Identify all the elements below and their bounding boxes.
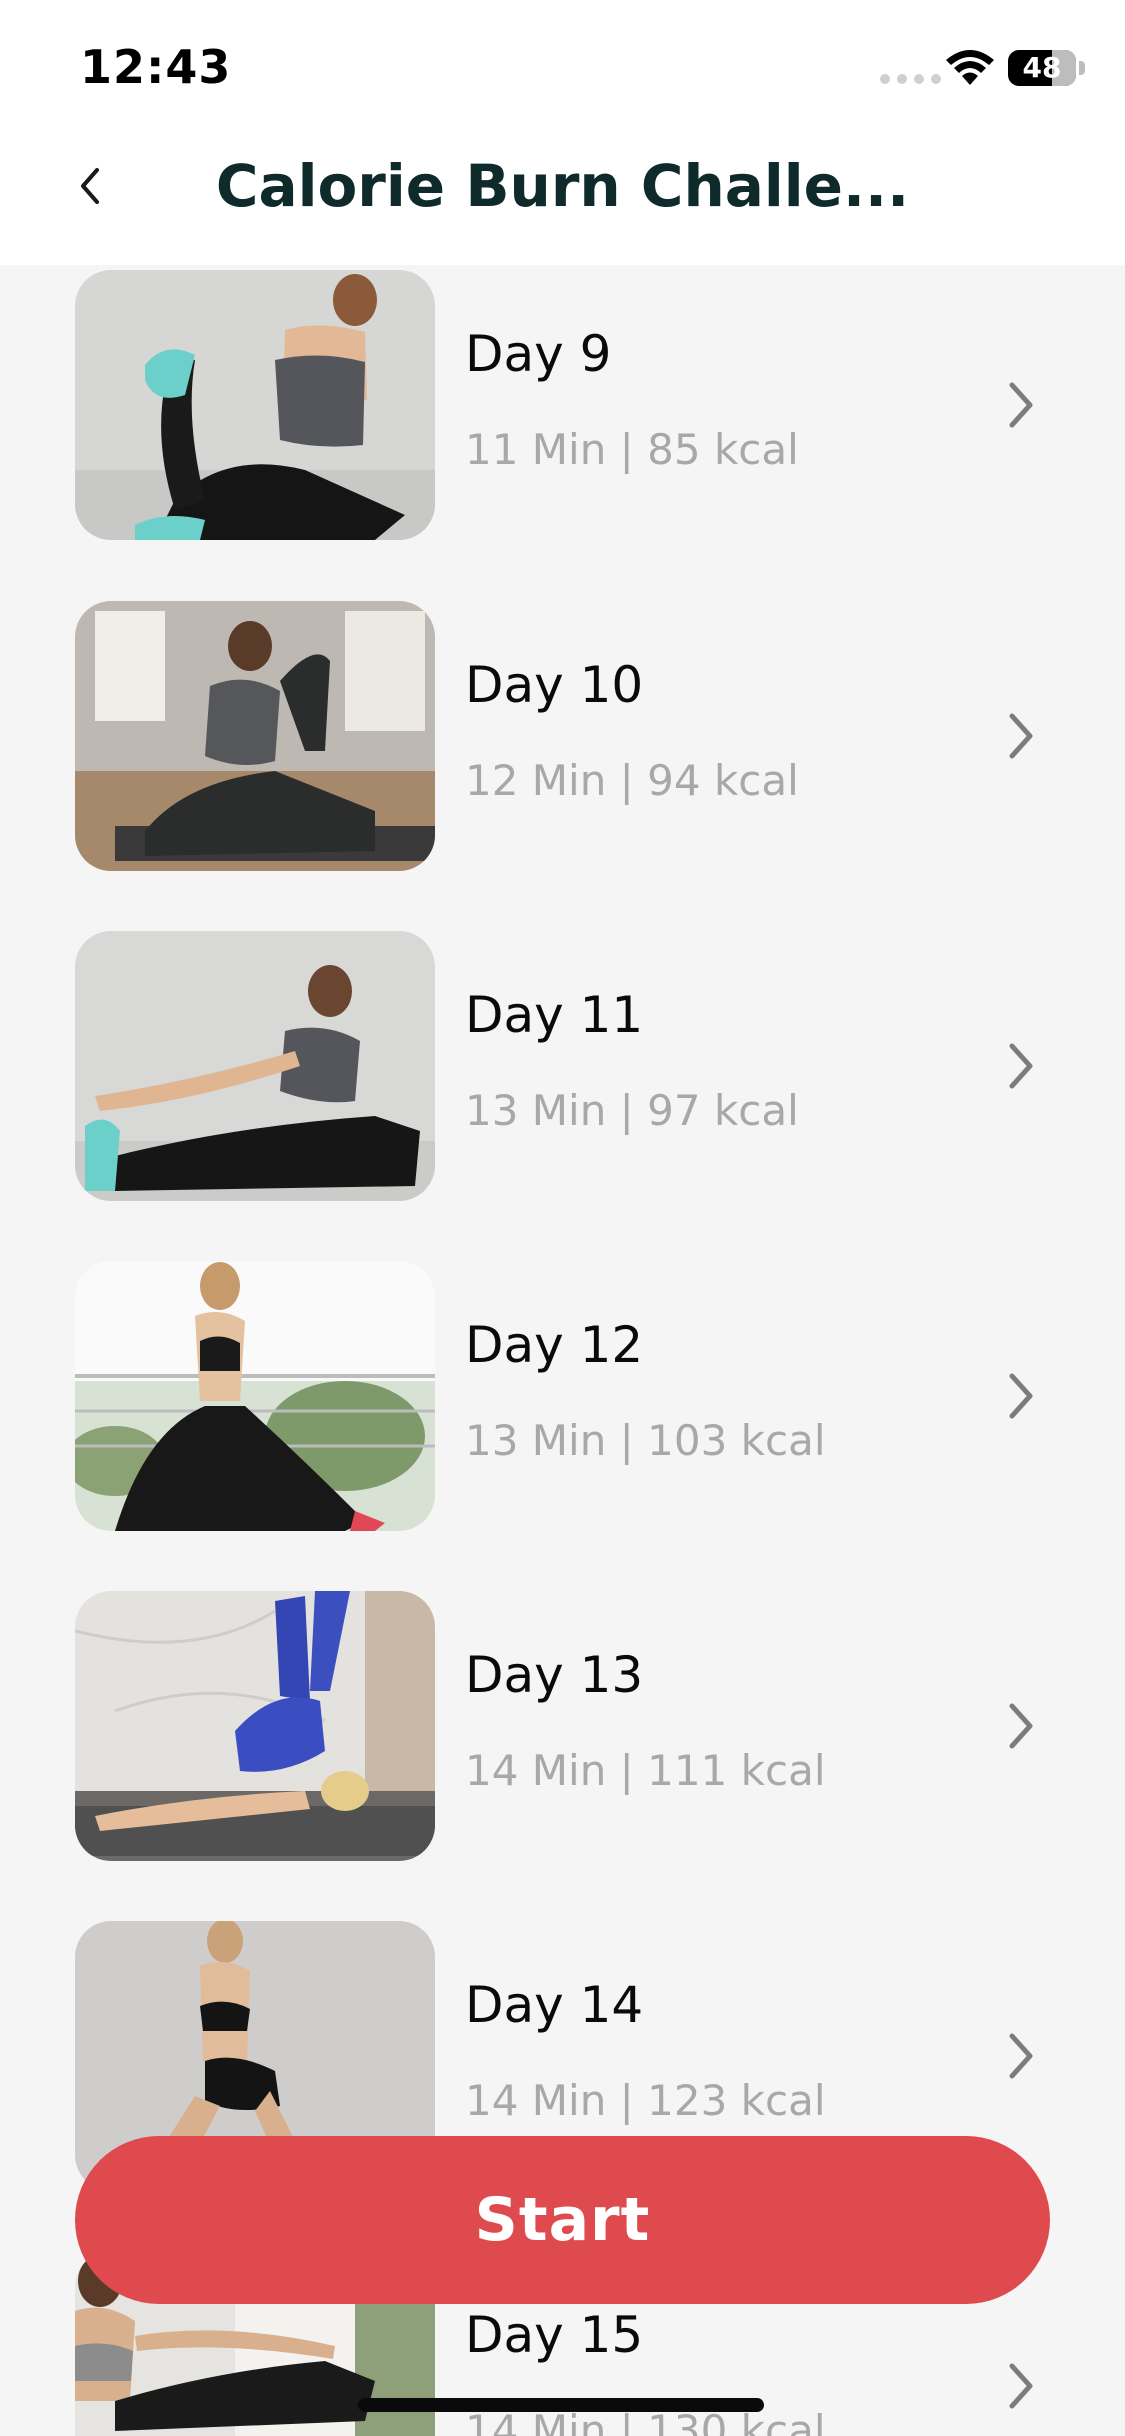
chevron-right-icon [1009, 713, 1033, 759]
day-duration-calories: 11 Min | 85 kcal [465, 425, 799, 474]
status-time: 12:43 [80, 40, 232, 94]
workout-thumbnail [75, 601, 435, 871]
cellular-signal-icon [880, 74, 941, 84]
day-title: Day 10 [465, 656, 644, 714]
back-button[interactable] [60, 150, 120, 222]
day-list-item[interactable]: Day 13 14 Min | 111 kcal [75, 1591, 1075, 1861]
day-title: Day 9 [465, 325, 612, 383]
day-list-item[interactable]: Day 10 12 Min | 94 kcal [75, 601, 1075, 871]
wifi-icon [946, 50, 994, 85]
chevron-right-icon [1009, 1373, 1033, 1419]
chevron-right-icon [1009, 1043, 1033, 1089]
battery-cap [1079, 61, 1085, 75]
day-list-item[interactable]: Day 9 11 Min | 85 kcal [75, 270, 1075, 540]
chevron-right-icon [1009, 2033, 1033, 2079]
day-duration-calories: 13 Min | 97 kcal [465, 1086, 799, 1135]
chevron-right-icon [1009, 1703, 1033, 1749]
battery-level: 48 [1022, 51, 1062, 84]
day-duration-calories: 13 Min | 103 kcal [465, 1416, 826, 1465]
status-bar: 12:43 48 [0, 0, 1125, 140]
workout-thumbnail [75, 931, 435, 1201]
day-list: Day 9 11 Min | 85 kcal Day 10 12 Min | 9… [0, 265, 1125, 2436]
workout-thumbnail [75, 1591, 435, 1861]
day-title: Day 14 [465, 1976, 644, 2034]
workout-thumbnail [75, 270, 435, 540]
chevron-left-icon [81, 168, 99, 204]
chevron-right-icon [1009, 382, 1033, 428]
day-title: Day 15 [465, 2306, 644, 2364]
day-list-item[interactable]: Day 12 13 Min | 103 kcal [75, 1261, 1075, 1531]
page-title: Calorie Burn Challe... [215, 152, 910, 220]
top-header: 12:43 48 Calorie Burn Challe... [0, 0, 1125, 265]
day-title: Day 13 [465, 1646, 644, 1704]
day-list-item[interactable]: Day 11 13 Min | 97 kcal [75, 931, 1075, 1201]
day-duration-calories: 14 Min | 111 kcal [465, 1746, 826, 1795]
battery-icon: 48 [1008, 50, 1076, 86]
day-duration-calories: 14 Min | 123 kcal [465, 2076, 826, 2125]
day-title: Day 12 [465, 1316, 644, 1374]
workout-thumbnail [75, 1261, 435, 1531]
day-title: Day 11 [465, 986, 644, 1044]
start-button[interactable]: Start [75, 2136, 1050, 2304]
chevron-right-icon [1009, 2363, 1033, 2409]
day-duration-calories: 12 Min | 94 kcal [465, 756, 799, 805]
home-indicator [358, 2398, 764, 2412]
